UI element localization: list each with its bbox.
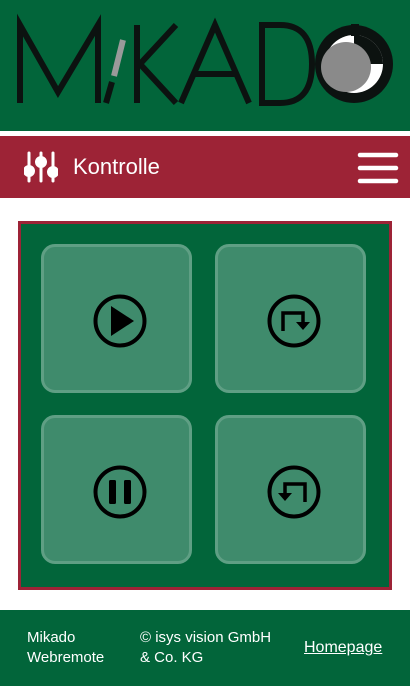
footer-app-name-line1: Mikado: [27, 629, 76, 646]
footer-app-name-line2: Webremote: [27, 649, 105, 666]
pause-icon: [93, 465, 147, 519]
app-header: [0, 0, 410, 131]
footer-copyright: © isys vision GmbH & Co. KG: [140, 628, 300, 668]
loop-back-button[interactable]: [215, 415, 366, 564]
play-button[interactable]: [41, 244, 192, 393]
sliders-icon: [24, 151, 58, 183]
mikado-logo: [17, 13, 393, 106]
hamburger-menu-icon[interactable]: [356, 150, 400, 186]
footer-copyright-line1: © isys vision GmbH: [140, 629, 272, 646]
page-title: Kontrolle: [73, 154, 160, 179]
footer-app-name: Mikado Webremote: [27, 628, 127, 668]
homepage-link[interactable]: Homepage: [304, 638, 382, 658]
control-panel: [18, 221, 392, 590]
loop-forward-icon: [267, 294, 321, 348]
footer: Mikado Webremote © isys vision GmbH & Co…: [0, 610, 410, 686]
pause-button[interactable]: [41, 415, 192, 564]
play-icon: [93, 294, 147, 348]
loop-back-icon: [267, 465, 321, 519]
footer-copyright-line2: & Co. KG: [140, 649, 204, 666]
nav-bar: Kontrolle: [0, 136, 410, 198]
loop-forward-button[interactable]: [215, 244, 366, 393]
